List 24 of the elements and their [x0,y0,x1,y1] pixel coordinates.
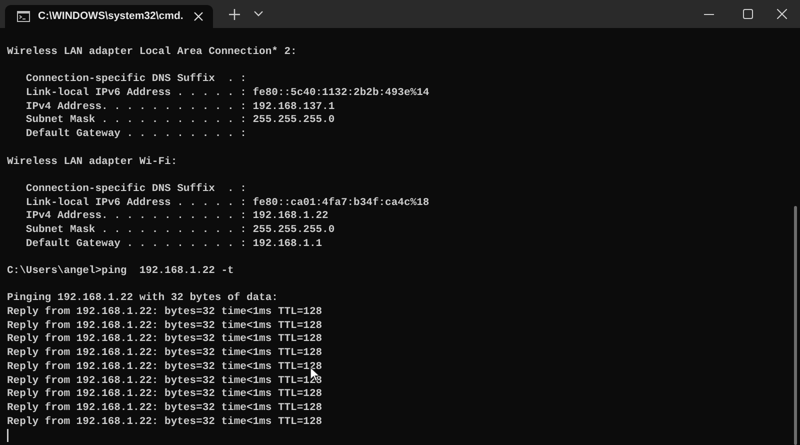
terminal-line: Reply from 192.168.1.22: bytes=32 time<1ms TTL=128 [7,388,322,400]
terminal-line: Reply from 192.168.1.22: bytes=32 time<1ms TTL=128 [7,347,322,360]
terminal-line: Default Gateway . . . . . . . . . : [24,128,246,140]
terminal-line: Reply from 192.168.1.22: bytes=32 time<1ms TTL=128 [7,402,322,414]
terminal-line: Wireless LAN adapter Wi-Fi: [7,156,178,168]
terminal-line: Connection-specific DNS Suffix . : [24,182,246,195]
terminal-line: Default Gateway . . . . . . . . . : 192.168.1.1 [24,238,322,250]
terminal-line: Reply from 192.168.1.22: bytes=32 time<1ms TTL=128 [7,333,322,346]
terminal-line: Link-local IPv6 Address . . . . . : fe80::5c40:1132:2b2b:493e%14 [24,87,430,100]
terminal-line: IPv4 Address. . . . . . . . . . . : 192.168.1.22 [24,210,328,222]
terminal-line: Pinging 192.168.1.22 with 32 bytes of data: [7,292,278,304]
terminal-line: Subnet Mask . . . . . . . . . . . : 255.255.255.0 [24,114,335,126]
tab-title: C:\WINDOWS\system32\cmd. [38,8,184,24]
terminal-line: Reply from 192.168.1.22: bytes=32 time<1ms TTL=128 [7,360,322,373]
terminal-line: C:\Users\angel>ping 192.168.1.22 -t [7,265,234,277]
terminal-line: Reply from 192.168.1.22: bytes=32 time<1ms TTL=128 [7,320,322,332]
terminal-line: Reply from 192.168.1.22: bytes=32 time<1ms TTL=128 [7,416,322,428]
terminal-line: Wireless LAN adapter Local Area Connection* 2: [7,46,297,58]
terminal-line: IPv4 Address. . . . . . . . . . . : 192.168.137.1 [24,100,335,113]
terminal-line: Link-local IPv6 Address . . . . . : fe80::ca01:4fa7:b34f:ca4c%18 [24,196,430,209]
terminal-line: Connection-specific DNS Suffix . : [24,73,246,86]
terminal-line: Subnet Mask . . . . . . . . . . . : 255.255.255.0 [24,224,335,236]
tab[interactable]: C:\WINDOWS\system32\cmd. [5,5,214,28]
terminal-line: Reply from 192.168.1.22: bytes=32 time<1ms TTL=128 [7,306,322,318]
